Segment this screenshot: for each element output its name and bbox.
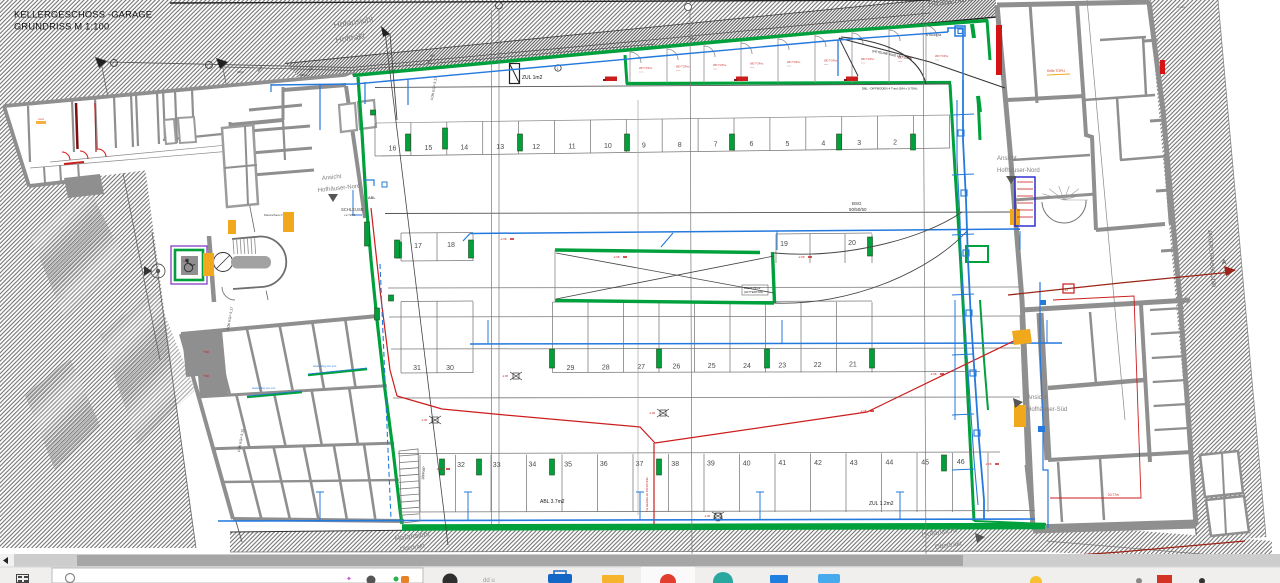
svg-text:ZUL 1.2m2: ZUL 1.2m2 xyxy=(869,501,894,507)
svg-text:-2.08: -2.08 xyxy=(649,411,655,415)
svg-text:WD TOPxx: WD TOPxx xyxy=(824,59,838,63)
svg-text:41: 41 xyxy=(778,460,786,467)
svg-text:11: 11 xyxy=(568,143,575,150)
svg-text:25: 25 xyxy=(708,363,716,370)
svg-text:1: 1 xyxy=(557,67,559,71)
svg-text:+##: +## xyxy=(203,350,209,354)
svg-text:23: 23 xyxy=(778,362,786,369)
svg-text:10: 10 xyxy=(604,143,612,150)
svg-text:18: 18 xyxy=(447,242,455,249)
svg-text:28: 28 xyxy=(602,365,610,372)
svg-text:Hofhäuser-Nord: Hofhäuser-Nord xyxy=(997,168,1040,174)
svg-text:DBL - DIFFBODEN 4 T-auf (364 x: DBL - DIFFBODEN 4 T-auf (364 x 0,75%) xyxy=(862,87,917,91)
svg-text:4: 4 xyxy=(821,140,825,147)
svg-text:-2.08: -2.08 xyxy=(860,409,867,413)
svg-text:SCHLEUSE: SCHLEUSE xyxy=(341,207,364,212)
svg-text:16: 16 xyxy=(389,146,397,153)
svg-text:40: 40 xyxy=(743,460,751,467)
svg-text:399: 399 xyxy=(430,53,436,58)
svg-text:+2.72B0: +2.72B0 xyxy=(344,213,356,217)
svg-text:8: 8 xyxy=(678,142,682,149)
svg-text:15: 15 xyxy=(425,145,433,152)
svg-text:A: A xyxy=(1222,260,1226,266)
svg-text:37: 37 xyxy=(636,461,644,468)
svg-text:GRUNDRISS M 1:100: GRUNDRISS M 1:100 xyxy=(14,22,109,32)
svg-text:44: 44 xyxy=(886,460,894,467)
svg-text:17: 17 xyxy=(414,243,422,250)
svg-text:(GITTERTOR): (GITTERTOR) xyxy=(744,290,763,294)
svg-text:-2.08: -2.08 xyxy=(985,462,992,466)
svg-text:BSG: BSG xyxy=(852,201,862,206)
svg-text:WD TOPxx: WD TOPxx xyxy=(935,54,949,58)
svg-text:✦: ✦ xyxy=(346,575,352,583)
svg-text:43: 43 xyxy=(850,460,858,467)
svg-text:20.77m: 20.77m xyxy=(1108,493,1119,497)
svg-text:WD TOPxx: WD TOPxx xyxy=(861,57,875,61)
svg-text:1% GEFAELLE RICHTUNG: 1% GEFAELLE RICHTUNG xyxy=(645,477,649,512)
svg-text:KELLERGESCHOSS -GARAGE: KELLERGESCHOSS -GARAGE xyxy=(14,10,152,20)
svg-text:38: 38 xyxy=(671,461,679,468)
svg-text:ZUL 1m2: ZUL 1m2 xyxy=(522,75,543,81)
svg-text:WD TOPxx: WD TOPxx xyxy=(676,65,690,69)
svg-text:9: 9 xyxy=(642,143,646,150)
svg-text:30: 30 xyxy=(446,365,454,372)
svg-text:Hofhäuser-Süd: Hofhäuser-Süd xyxy=(1027,407,1067,413)
svg-text:19: 19 xyxy=(780,241,788,248)
svg-text:Ansicht: Ansicht xyxy=(997,156,1017,162)
svg-text:34: 34 xyxy=(529,462,537,469)
svg-text:ABL 3.7m2: ABL 3.7m2 xyxy=(540,499,565,505)
svg-text:-2.08: -2.08 xyxy=(930,372,937,376)
svg-text:wasserltg xxx xxx: wasserltg xxx xxx xyxy=(313,364,337,368)
svg-text:WD TOPxx: WD TOPxx xyxy=(639,66,653,70)
svg-text:13: 13 xyxy=(496,144,504,151)
svg-text:27: 27 xyxy=(637,364,645,371)
svg-text:-2.08: -2.08 xyxy=(421,418,427,422)
svg-text:21: 21 xyxy=(849,361,857,368)
svg-text:33: 33 xyxy=(493,462,501,469)
svg-text:50/50/50: 50/50/50 xyxy=(849,207,867,212)
svg-text:31: 31 xyxy=(413,365,421,372)
svg-text:7: 7 xyxy=(714,142,718,149)
svg-text:46: 46 xyxy=(957,459,965,466)
svg-text:12: 12 xyxy=(532,144,540,151)
svg-text:2464: 2464 xyxy=(237,70,244,74)
svg-text:N TRAFO N4: N TRAFO N4 xyxy=(926,33,942,37)
svg-text:2962: 2962 xyxy=(690,36,697,41)
svg-text:42: 42 xyxy=(814,460,822,467)
svg-text:WD TOPxx: WD TOPxx xyxy=(713,63,727,67)
svg-text:x xxx: x xxx xyxy=(1178,5,1185,9)
svg-text:6: 6 xyxy=(750,141,754,148)
svg-text:Kelle TOPt-I: Kelle TOPt-I xyxy=(1047,69,1065,73)
svg-text:5: 5 xyxy=(785,141,789,148)
svg-text:-2.08: -2.08 xyxy=(613,255,620,259)
svg-text:39: 39 xyxy=(707,461,715,468)
svg-text:26: 26 xyxy=(673,364,681,371)
svg-text:-2.08: -2.08 xyxy=(798,255,805,259)
svg-text:-2.08: -2.08 xyxy=(502,374,508,378)
svg-text:wasserltg xxx xxx: wasserltg xxx xxx xyxy=(252,386,276,390)
svg-text:32: 32 xyxy=(457,462,465,469)
svg-text:D: D xyxy=(1065,287,1068,292)
svg-text:260.2: 260.2 xyxy=(300,73,308,77)
svg-text:20: 20 xyxy=(848,240,856,247)
svg-text:14: 14 xyxy=(460,145,468,152)
svg-text:29: 29 xyxy=(567,365,575,372)
svg-text:dd u: dd u xyxy=(483,578,495,583)
svg-text:3: 3 xyxy=(857,140,861,147)
svg-text:-2.08: -2.08 xyxy=(500,237,507,241)
svg-text:xxxx: xxxx xyxy=(38,117,45,121)
svg-text:xx: xx xyxy=(183,259,187,263)
svg-text:36: 36 xyxy=(600,461,608,468)
svg-text:-2.08: -2.08 xyxy=(704,514,710,518)
svg-text:2: 2 xyxy=(893,140,897,147)
svg-text:ABL: ABL xyxy=(368,195,376,200)
svg-text:22: 22 xyxy=(814,362,822,369)
svg-text:+##: +## xyxy=(203,374,209,378)
svg-text:35: 35 xyxy=(564,461,572,468)
svg-text:WD TOPxx: WD TOPxx xyxy=(787,60,801,64)
svg-text:Ansicht: Ansicht xyxy=(1027,395,1047,401)
svg-text:-2.08: -2.08 xyxy=(436,467,443,471)
svg-text:24: 24 xyxy=(743,363,751,370)
svg-text:WD TOPxx: WD TOPxx xyxy=(750,62,764,66)
